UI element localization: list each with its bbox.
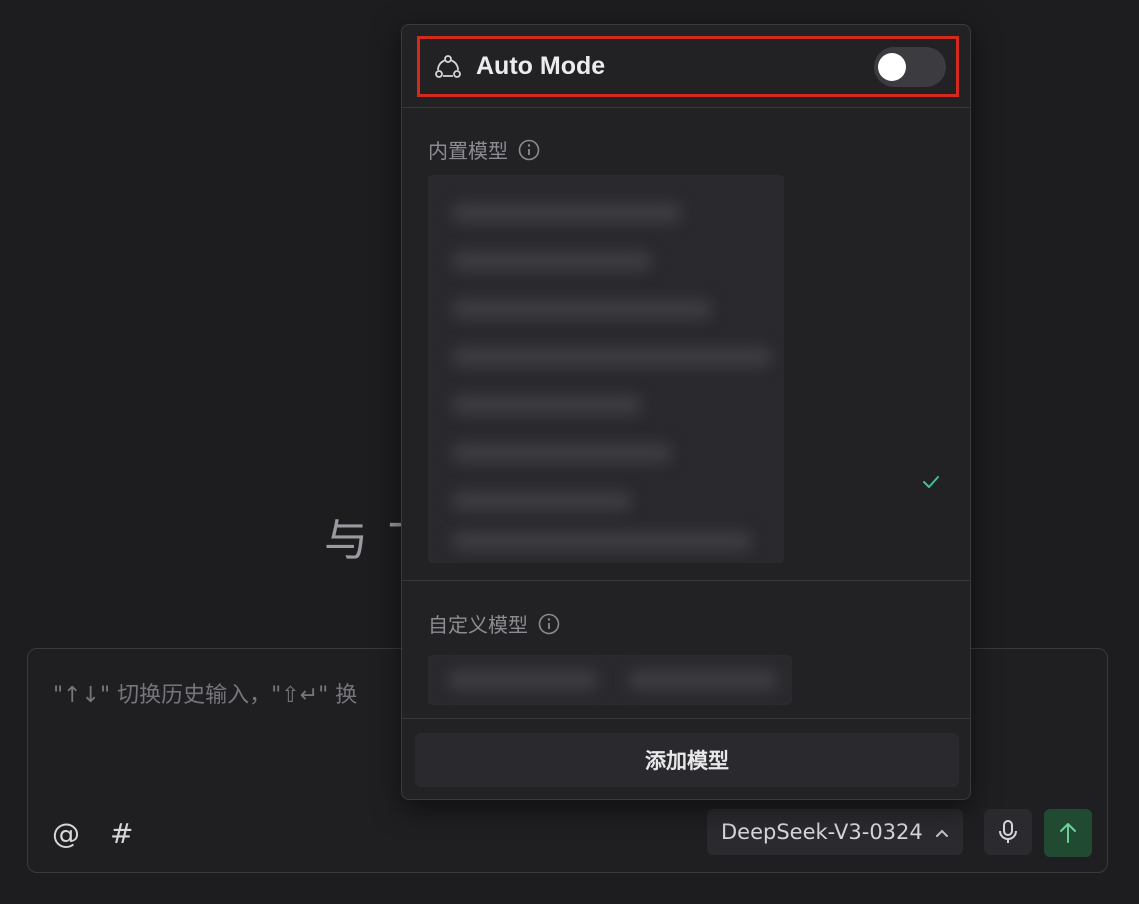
divider xyxy=(402,107,970,108)
custom-models-header: 自定义模型 xyxy=(428,609,560,638)
microphone-button[interactable] xyxy=(984,809,1032,855)
auto-mode-icon xyxy=(434,53,462,81)
custom-models-list-blurred xyxy=(428,655,792,705)
custom-models-title: 自定义模型 xyxy=(428,613,528,637)
divider xyxy=(402,580,970,581)
chevron-up-icon xyxy=(935,823,949,842)
auto-mode-toggle[interactable] xyxy=(874,46,946,87)
info-icon[interactable] xyxy=(538,613,560,635)
send-button[interactable] xyxy=(1044,809,1092,857)
model-dropdown: Auto Mode 内置模型 自定义模型 添加模型 xyxy=(401,24,971,800)
info-icon[interactable] xyxy=(518,139,540,161)
auto-mode-label: Auto Mode xyxy=(476,52,606,80)
hash-button[interactable]: # xyxy=(110,817,133,850)
microphone-icon xyxy=(997,819,1019,845)
mention-button[interactable]: @ xyxy=(52,817,80,850)
chat-input-placeholder: "↑↓" 切换历史输入，"⇧↵" 换 xyxy=(53,683,358,708)
auto-mode-row[interactable]: Auto Mode xyxy=(417,36,959,97)
divider xyxy=(402,718,970,719)
toggle-knob xyxy=(878,52,906,81)
model-selector[interactable]: DeepSeek-V3-0324 xyxy=(707,809,963,855)
builtin-models-list-blurred xyxy=(428,175,784,563)
model-selector-label: DeepSeek-V3-0324 xyxy=(721,820,923,844)
arrow-up-icon xyxy=(1058,821,1078,845)
selected-check-icon xyxy=(920,471,942,493)
builtin-models-title: 内置模型 xyxy=(428,139,508,163)
builtin-models-header: 内置模型 xyxy=(428,135,540,164)
chat-page: 与 T "↑↓" 切换历史输入，"⇧↵" 换 @ # DeepSeek-V3-0… xyxy=(0,0,1139,904)
add-model-button[interactable]: 添加模型 xyxy=(415,733,959,787)
